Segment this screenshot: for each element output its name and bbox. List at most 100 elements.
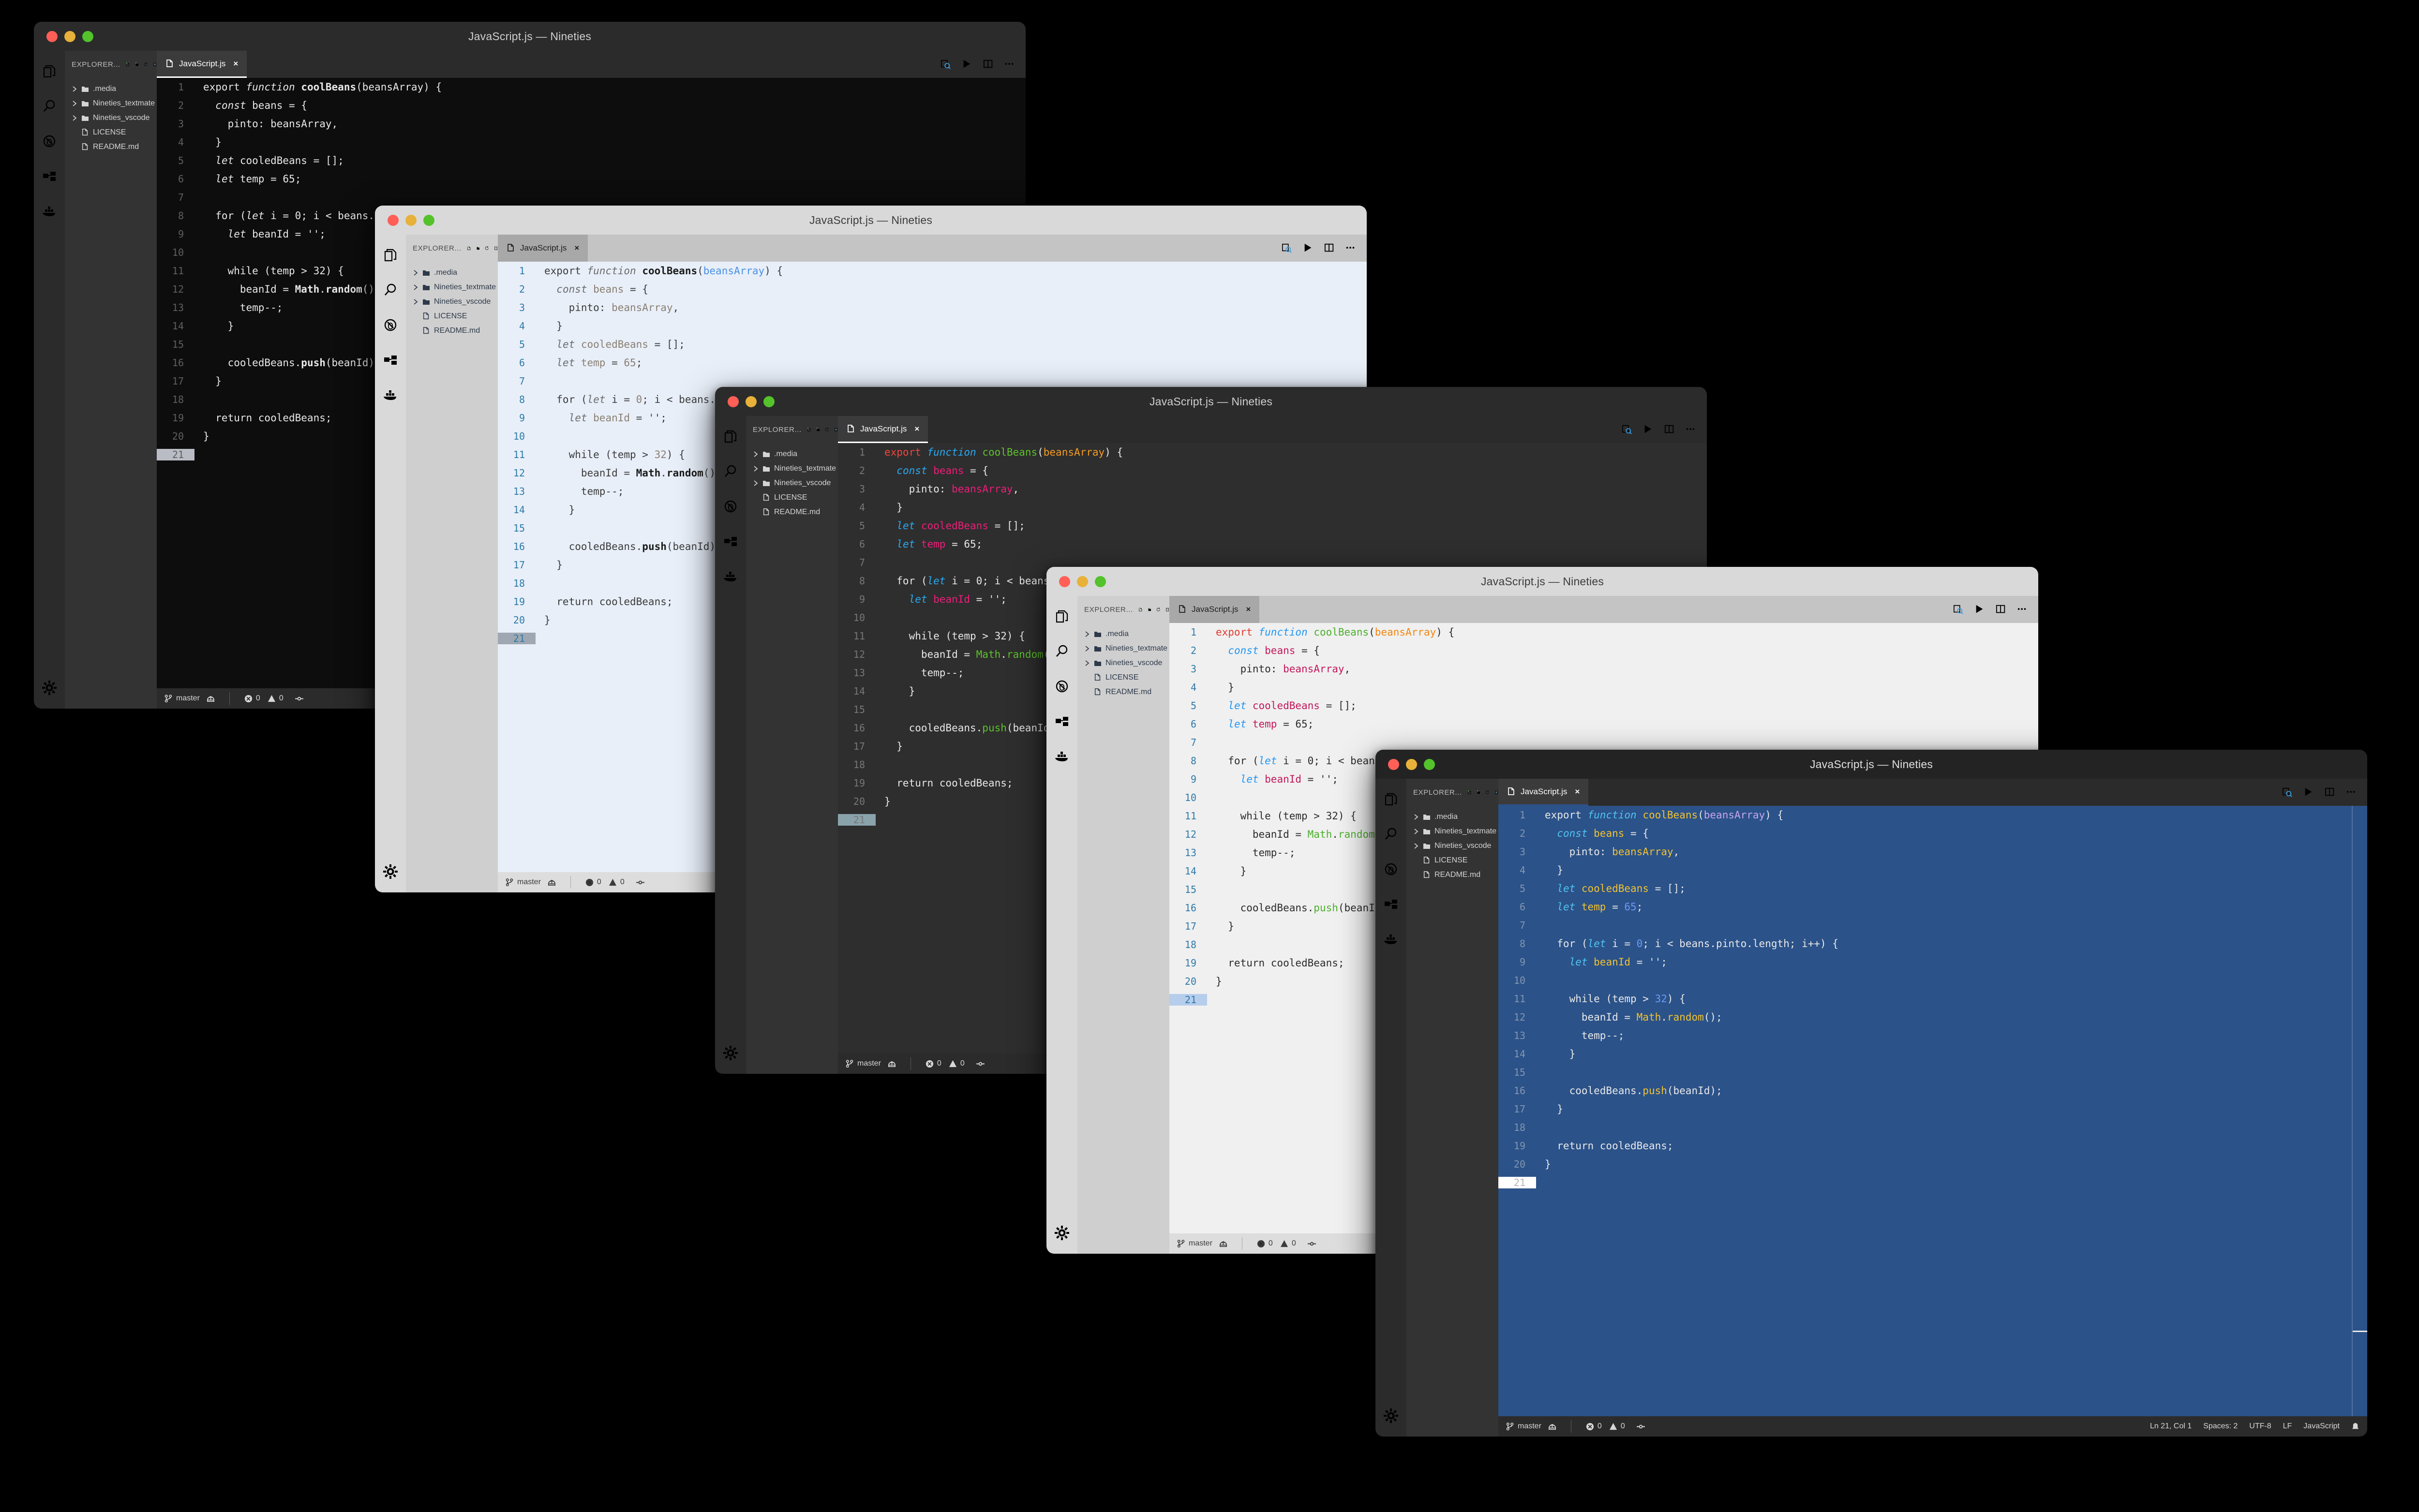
split-editor-icon[interactable] [1996, 604, 2006, 615]
search-icon[interactable] [1383, 826, 1399, 843]
maximize-window-button[interactable] [763, 396, 775, 407]
editor-actions[interactable] [2271, 779, 2367, 806]
files-icon[interactable] [382, 247, 399, 264]
gear-icon[interactable] [722, 1045, 739, 1061]
chevron-right-icon[interactable] [753, 451, 759, 457]
activity-bar[interactable] [1046, 596, 1077, 1254]
editor-actions[interactable] [1942, 596, 2038, 623]
new-folder-icon[interactable] [1477, 787, 1480, 797]
tree-item-media[interactable]: .media [1077, 627, 1169, 641]
extensions-icon[interactable] [41, 168, 58, 184]
minimap[interactable] [2352, 806, 2353, 1416]
close-window-button[interactable] [1059, 576, 1070, 587]
refresh-icon[interactable] [485, 243, 489, 253]
code-line[interactable]: 7 [1498, 916, 2367, 934]
tree-item-readmemd[interactable]: README.md [1406, 868, 1498, 882]
code-line-current[interactable]: 21 [1498, 1173, 2367, 1192]
new-folder-icon[interactable] [135, 59, 139, 69]
tree-item-license[interactable]: LICENSE [1077, 670, 1169, 685]
maximize-window-button[interactable] [1424, 758, 1435, 770]
tree-item-ninetiesvscode[interactable]: Nineties_vscode [1077, 656, 1169, 670]
file-tree[interactable]: .media Nineties_textmate Nineties_vscode LI… [406, 262, 498, 338]
close-window-button[interactable] [46, 30, 58, 42]
code-line[interactable]: 19 return cooledBeans; [1498, 1137, 2367, 1155]
code-line[interactable]: 12 beanId = Math.random(); [1498, 1008, 2367, 1026]
close-window-button[interactable] [388, 214, 399, 226]
more-actions-icon[interactable] [1004, 59, 1015, 70]
new-folder-icon[interactable] [1148, 605, 1151, 614]
minimize-window-button[interactable] [405, 214, 417, 226]
git-branch-item[interactable]: master [1177, 1239, 1212, 1248]
new-file-icon[interactable] [1138, 605, 1142, 614]
code-line[interactable]: 2 const beans = { [838, 461, 1707, 480]
split-search-icon[interactable] [1953, 604, 1964, 615]
indentation[interactable]: Spaces: 2 [2203, 1422, 2238, 1431]
code-line[interactable]: 8 for (let i = 0; i < beans.pinto.length… [1498, 934, 2367, 953]
files-icon[interactable] [1054, 608, 1070, 625]
run-icon[interactable] [1303, 243, 1314, 253]
files-icon[interactable] [1383, 791, 1399, 808]
chevron-right-icon[interactable] [753, 466, 759, 472]
debug-icon[interactable] [1054, 678, 1070, 695]
code-line[interactable]: 4 } [498, 317, 1367, 335]
cursor-position[interactable]: Ln 21, Col 1 [2150, 1422, 2192, 1431]
code-line[interactable]: 5 let cooledBeans = []; [1169, 697, 2038, 715]
tree-item-ninetiestextmate[interactable]: Nineties_textmate [1406, 824, 1498, 839]
sync-cloud-icon[interactable] [548, 878, 556, 887]
debug-icon[interactable] [382, 317, 399, 333]
code-line[interactable]: 15 [1498, 1063, 2367, 1082]
code-line[interactable]: 1 export function coolBeans(beansArray) { [1169, 623, 2038, 641]
close-window-button[interactable] [728, 396, 739, 407]
debug-icon[interactable] [41, 133, 58, 149]
tab-bar[interactable]: JavaScript.js × [1498, 779, 2367, 806]
chevron-right-icon[interactable] [72, 101, 77, 106]
close-tab-icon[interactable]: × [1246, 605, 1251, 614]
code-line[interactable]: 2 const beans = { [1498, 824, 2367, 843]
code-line[interactable]: 7 [1169, 733, 2038, 752]
run-icon[interactable] [2303, 787, 2314, 798]
code-line[interactable]: 4 } [1498, 861, 2367, 879]
traffic-lights[interactable] [388, 214, 434, 226]
extensions-icon[interactable] [722, 533, 739, 549]
tree-item-media[interactable]: .media [406, 266, 498, 280]
run-icon[interactable] [962, 59, 972, 70]
sync-cloud-icon[interactable] [1548, 1423, 1556, 1431]
chevron-right-icon[interactable] [1084, 660, 1090, 666]
split-search-icon[interactable] [2282, 787, 2293, 798]
collapse-all-icon[interactable] [1494, 787, 1498, 797]
chevron-right-icon[interactable] [1413, 829, 1419, 834]
code-line[interactable]: 5 let cooledBeans = []; [498, 335, 1367, 354]
split-editor-icon[interactable] [1324, 243, 1335, 253]
split-editor-icon[interactable] [2325, 787, 2335, 798]
files-icon[interactable] [41, 63, 58, 80]
search-icon[interactable] [41, 98, 58, 115]
new-file-icon[interactable] [807, 425, 811, 434]
editor-actions[interactable] [1271, 235, 1367, 262]
traffic-lights[interactable] [46, 30, 93, 42]
more-actions-icon[interactable] [1686, 424, 1696, 435]
new-file-icon[interactable] [126, 59, 130, 69]
tree-item-ninetiestextmate[interactable]: Nineties_textmate [746, 461, 838, 476]
run-icon[interactable] [1643, 424, 1654, 435]
tree-item-media[interactable]: .media [746, 447, 838, 461]
code-line[interactable]: 3 pinto: beansArray, [838, 480, 1707, 498]
code-line[interactable]: 7 [157, 188, 1026, 207]
code-line[interactable]: 3 pinto: beansArray, [1169, 660, 2038, 678]
code-line[interactable]: 3 pinto: beansArray, [1498, 843, 2367, 861]
code-line[interactable]: 4 } [157, 133, 1026, 151]
search-icon[interactable] [382, 282, 399, 298]
code-line[interactable]: 4 } [1169, 678, 2038, 697]
gear-icon[interactable] [41, 680, 58, 696]
maximize-window-button[interactable] [423, 214, 434, 226]
activity-bar[interactable] [715, 416, 746, 1074]
docker-icon[interactable] [1054, 748, 1070, 764]
window-titlebar[interactable]: JavaScript.js — Nineties [1375, 750, 2367, 779]
git-branch-item[interactable]: master [164, 694, 200, 703]
bell-icon[interactable] [2351, 1423, 2359, 1431]
ports-icon[interactable] [976, 1060, 985, 1068]
editor-actions[interactable] [1611, 416, 1707, 443]
refresh-icon[interactable] [1156, 605, 1161, 614]
chevron-right-icon[interactable] [413, 284, 418, 290]
chevron-right-icon[interactable] [72, 115, 77, 121]
traffic-lights[interactable] [1059, 576, 1106, 587]
